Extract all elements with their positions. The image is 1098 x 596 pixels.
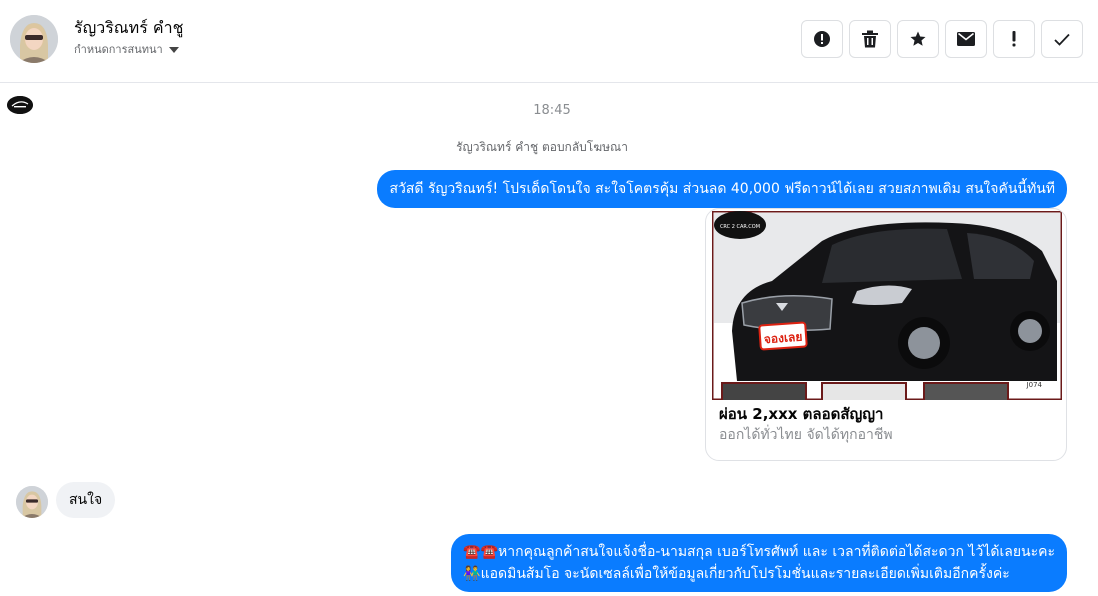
outgoing-message[interactable]: ☎️☎️หากคุณลูกค้าสนใจแจ้งชื่อ-นามสกุล เบอ… <box>451 534 1067 592</box>
ad-card-subtitle: ออกได้ทั่วไทย จัดได้ทุกอาชีพ <box>719 427 893 443</box>
mark-unread-button[interactable] <box>945 20 987 58</box>
star-button[interactable] <box>897 20 939 58</box>
contact-avatar-small[interactable] <box>16 486 48 518</box>
brand-logo-text: CRC 2 CAR.COM <box>720 224 760 230</box>
schedule-label: กำหนดการสนทนา <box>74 43 163 56</box>
report-button[interactable] <box>801 20 843 58</box>
envelope-icon <box>957 32 975 46</box>
contact-name: รัญวริณทร์ คำชู <box>74 18 184 37</box>
important-button[interactable] <box>993 20 1035 58</box>
alert-circle-icon <box>814 31 830 47</box>
car-ad-image: จองเลย CRC 2 CAR.COM J074 <box>712 211 1062 400</box>
star-icon <box>910 31 926 46</box>
ad-card[interactable]: จองเลย CRC 2 CAR.COM J074 ผ่อน 2,xxx ตลอ… <box>705 208 1067 461</box>
reserve-badge: จองเลย <box>763 330 802 347</box>
message-line: ☎️☎️หากคุณลูกค้าสนใจแจ้งชื่อ-นามสกุล เบอ… <box>463 544 1055 560</box>
avatar-photo <box>10 15 58 63</box>
check-icon <box>1054 33 1070 46</box>
caret-down-icon <box>168 46 179 53</box>
ad-card-title: ผ่อน 2,xxx ตลอดสัญญา <box>719 405 884 423</box>
avatar-photo <box>16 486 48 518</box>
incoming-message[interactable]: สนใจ <box>56 482 116 518</box>
ad-reply-note: รัญวริณทร์ คำชู ตอบกลับโฆษณา <box>456 140 628 154</box>
header-toolbar <box>801 20 1083 58</box>
trash-icon <box>862 30 878 48</box>
message-line: 👫แอดมินส้มโอ จะนัดเซลล์เพื่อให้ข้อมูลเกี… <box>463 566 1010 582</box>
conversation-header: รัญวริณทร์ คำชู กำหนดการสนทนา <box>0 0 1098 83</box>
plate-label: J074 <box>1026 381 1043 389</box>
done-button[interactable] <box>1041 20 1083 58</box>
message-timestamp: 18:45 <box>533 103 571 118</box>
delete-button[interactable] <box>849 20 891 58</box>
conversation-schedule-dropdown[interactable]: กำหนดการสนทนา <box>74 40 179 58</box>
exclamation-icon <box>1012 31 1016 47</box>
contact-avatar[interactable] <box>10 15 58 63</box>
outgoing-message[interactable]: สวัสดี รัญวริณทร์! โปรเด็ดโดนใจ สะใจโคตร… <box>377 170 1067 208</box>
